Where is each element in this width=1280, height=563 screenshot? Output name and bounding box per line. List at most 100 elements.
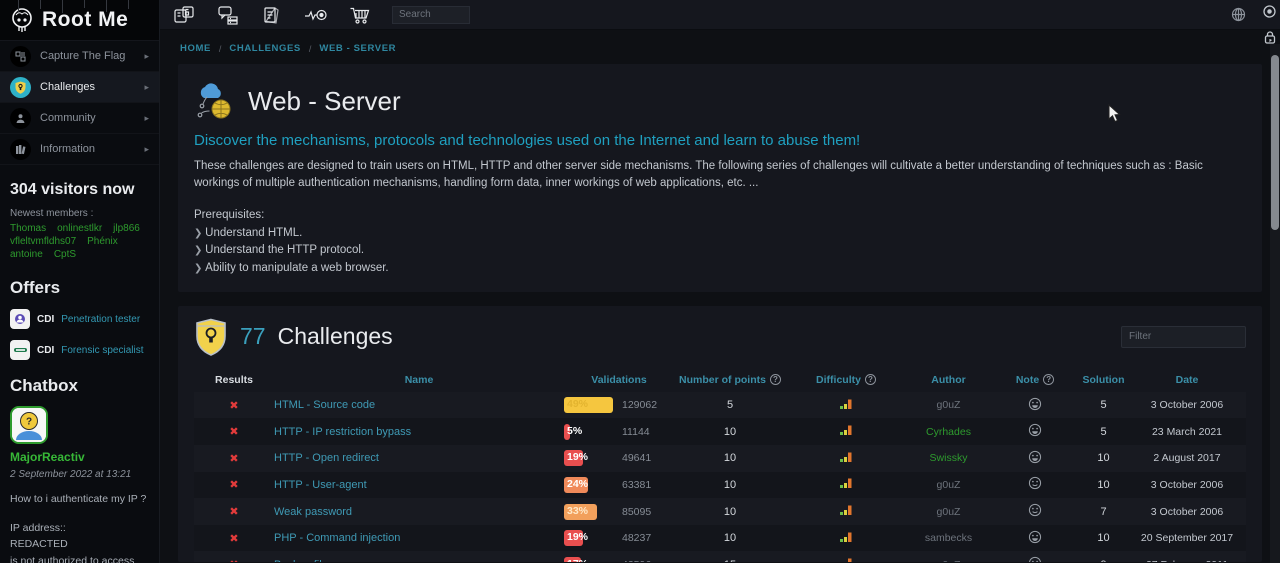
challenge-author[interactable]: g0uZ xyxy=(937,479,961,491)
chat-network-nav-icon[interactable] xyxy=(216,4,240,26)
challenge-name-link[interactable]: Weak password xyxy=(274,506,352,518)
note-smiley-icon xyxy=(991,476,1079,493)
svg-text:?: ? xyxy=(26,417,32,428)
chat-message: IP address:: REDACTED is not authorized … xyxy=(10,520,149,563)
offer-item: CDI Penetration tester xyxy=(10,309,149,329)
shopping-cart-nav-icon[interactable] xyxy=(348,4,372,26)
challenges-title: Challenges xyxy=(278,323,393,350)
challenges-shield-icon xyxy=(194,318,228,356)
breadcrumb-home[interactable]: HOME xyxy=(180,43,211,54)
sidebar-item-challenges[interactable]: Challenges ▸ xyxy=(0,72,159,103)
member-link[interactable]: Phénix xyxy=(87,236,118,247)
table-row: ✖ HTML - Source code 49% 129062 5 g0uZ xyxy=(194,392,1246,419)
capture-the-flag-nav-icon[interactable] xyxy=(172,4,196,26)
note-smiley-icon xyxy=(991,423,1079,440)
sidebar-item-information[interactable]: Information ▸ xyxy=(0,134,159,165)
member-link[interactable]: onlinestlkr xyxy=(57,223,102,234)
member-link[interactable]: vfleltvmfldhs07 xyxy=(10,236,76,247)
validation-percentage-badge: 24% xyxy=(564,477,620,493)
challenge-name-link[interactable]: HTTP - User-agent xyxy=(274,479,367,491)
member-link[interactable]: Thomas xyxy=(10,223,46,234)
contract-type: CDI xyxy=(37,345,54,356)
sidebar-item-community[interactable]: Community ▸ xyxy=(0,103,159,134)
solution-count: 5 xyxy=(1079,426,1128,438)
member-link[interactable]: jlp866 xyxy=(113,223,140,234)
lock-icon[interactable] xyxy=(1263,30,1277,50)
breadcrumb-current[interactable]: WEB - SERVER xyxy=(319,43,396,54)
validation-badge-label: 19% xyxy=(567,451,588,463)
breadcrumb: HOME / CHALLENGES / WEB - SERVER xyxy=(178,30,1262,64)
difficulty-bars-icon xyxy=(786,557,906,562)
rootme-logo[interactable]: Root Me xyxy=(0,0,159,41)
validation-percentage-badge: 19% xyxy=(564,450,620,466)
validations-cell: 19% 49641 xyxy=(564,450,674,466)
avatar[interactable]: ? xyxy=(10,406,48,444)
table-row: ✖ HTTP - IP restriction bypass 5% 11144 … xyxy=(194,418,1246,445)
offer-item: CDI Forensic specialist xyxy=(10,340,149,360)
member-link[interactable]: antoine xyxy=(10,249,43,260)
search-input[interactable] xyxy=(392,6,470,24)
validation-badge-label: 24% xyxy=(567,478,588,490)
help-icon[interactable]: ? xyxy=(770,374,781,385)
solution-count: 5 xyxy=(1079,399,1128,411)
main-area: HOME / CHALLENGES / WEB - SERVER xyxy=(160,0,1280,563)
help-icon[interactable]: ? xyxy=(1043,374,1054,385)
validation-badge-label: 5% xyxy=(567,425,582,437)
column-header-results[interactable]: Results xyxy=(194,374,274,386)
offer-company-logo xyxy=(10,309,30,329)
column-header-solution[interactable]: Solution xyxy=(1079,374,1128,386)
challenge-name-link[interactable]: PHP - Command injection xyxy=(274,532,400,544)
challenge-author[interactable]: g0uZ xyxy=(937,506,961,518)
difficulty-bars-icon xyxy=(786,424,906,439)
chevron-right-icon: ▸ xyxy=(144,82,149,93)
column-header-author[interactable]: Author xyxy=(906,374,991,386)
activity-target-nav-icon[interactable] xyxy=(304,4,328,26)
challenge-name-link[interactable]: HTTP - IP restriction bypass xyxy=(274,426,411,438)
offer-link[interactable]: Forensic specialist xyxy=(61,345,143,356)
chatbox: Chatbox ? MajorReactiv 2 September 2022 … xyxy=(10,376,149,563)
column-header-points[interactable]: Number of points? xyxy=(674,374,786,386)
filter-input[interactable] xyxy=(1121,326,1246,348)
offer-link[interactable]: Penetration tester xyxy=(61,314,140,325)
note-smiley-icon xyxy=(991,503,1079,520)
validations-cell: 24% 63381 xyxy=(564,477,674,493)
column-header-date[interactable]: Date xyxy=(1128,374,1246,386)
column-header-name[interactable]: Name xyxy=(274,374,564,386)
challenges-count: 77 xyxy=(240,323,266,350)
challenge-name-link[interactable]: Backup file xyxy=(274,559,328,562)
validations-count: 129062 xyxy=(622,399,657,411)
prerequisite-item: Understand HTML. xyxy=(194,227,1246,239)
column-header-validations[interactable]: Validations xyxy=(564,374,674,386)
chevron-right-icon: ▸ xyxy=(144,144,149,155)
chat-username-link[interactable]: MajorReactiv xyxy=(10,450,85,464)
chevron-right-icon: ▸ xyxy=(144,51,149,62)
breadcrumb-challenges[interactable]: CHALLENGES xyxy=(229,43,300,54)
sidebar-item-capture-the-flag[interactable]: Capture The Flag ▸ xyxy=(0,41,159,72)
web-server-category-icon xyxy=(194,80,236,122)
challenge-author[interactable]: Cyrhades xyxy=(926,426,971,438)
edge-icons xyxy=(1262,4,1277,50)
challenge-name-link[interactable]: HTTP - Open redirect xyxy=(274,452,379,464)
challenge-name-link[interactable]: HTML - Source code xyxy=(274,399,375,411)
challenge-author[interactable]: g0uZ xyxy=(937,399,961,411)
validations-cell: 17% 42596 xyxy=(564,557,674,562)
language-globe-icon[interactable] xyxy=(1231,7,1246,22)
challenge-date: 23 March 2021 xyxy=(1128,426,1246,438)
target-icon[interactable] xyxy=(1262,4,1277,24)
member-link[interactable]: CptS xyxy=(54,249,76,260)
column-header-note[interactable]: Note? xyxy=(991,374,1079,386)
challenge-author[interactable]: Swissky xyxy=(930,452,968,464)
validations-count: 42596 xyxy=(622,559,651,562)
validation-badge-label: 17% xyxy=(567,558,588,562)
challenge-author[interactable]: g0uZ xyxy=(937,559,961,562)
newest-members-list: Thomas onlinestlkr jlp866 vfleltvmfldhs0… xyxy=(10,223,149,260)
column-header-difficulty[interactable]: Difficulty? xyxy=(786,374,906,386)
help-icon[interactable]: ? xyxy=(865,374,876,385)
challenge-author[interactable]: sambecks xyxy=(925,532,972,544)
points-value: 10 xyxy=(674,426,786,438)
table-row: ✖ PHP - Command injection 19% 48237 10 s… xyxy=(194,525,1246,552)
scrollbar-thumb[interactable] xyxy=(1271,55,1279,230)
rootme-app: Root Me Capture The Flag ▸ Challenges ▸ xyxy=(0,0,1280,563)
documents-nav-icon[interactable] xyxy=(260,4,284,26)
validation-percentage-badge: 17% xyxy=(564,557,620,562)
